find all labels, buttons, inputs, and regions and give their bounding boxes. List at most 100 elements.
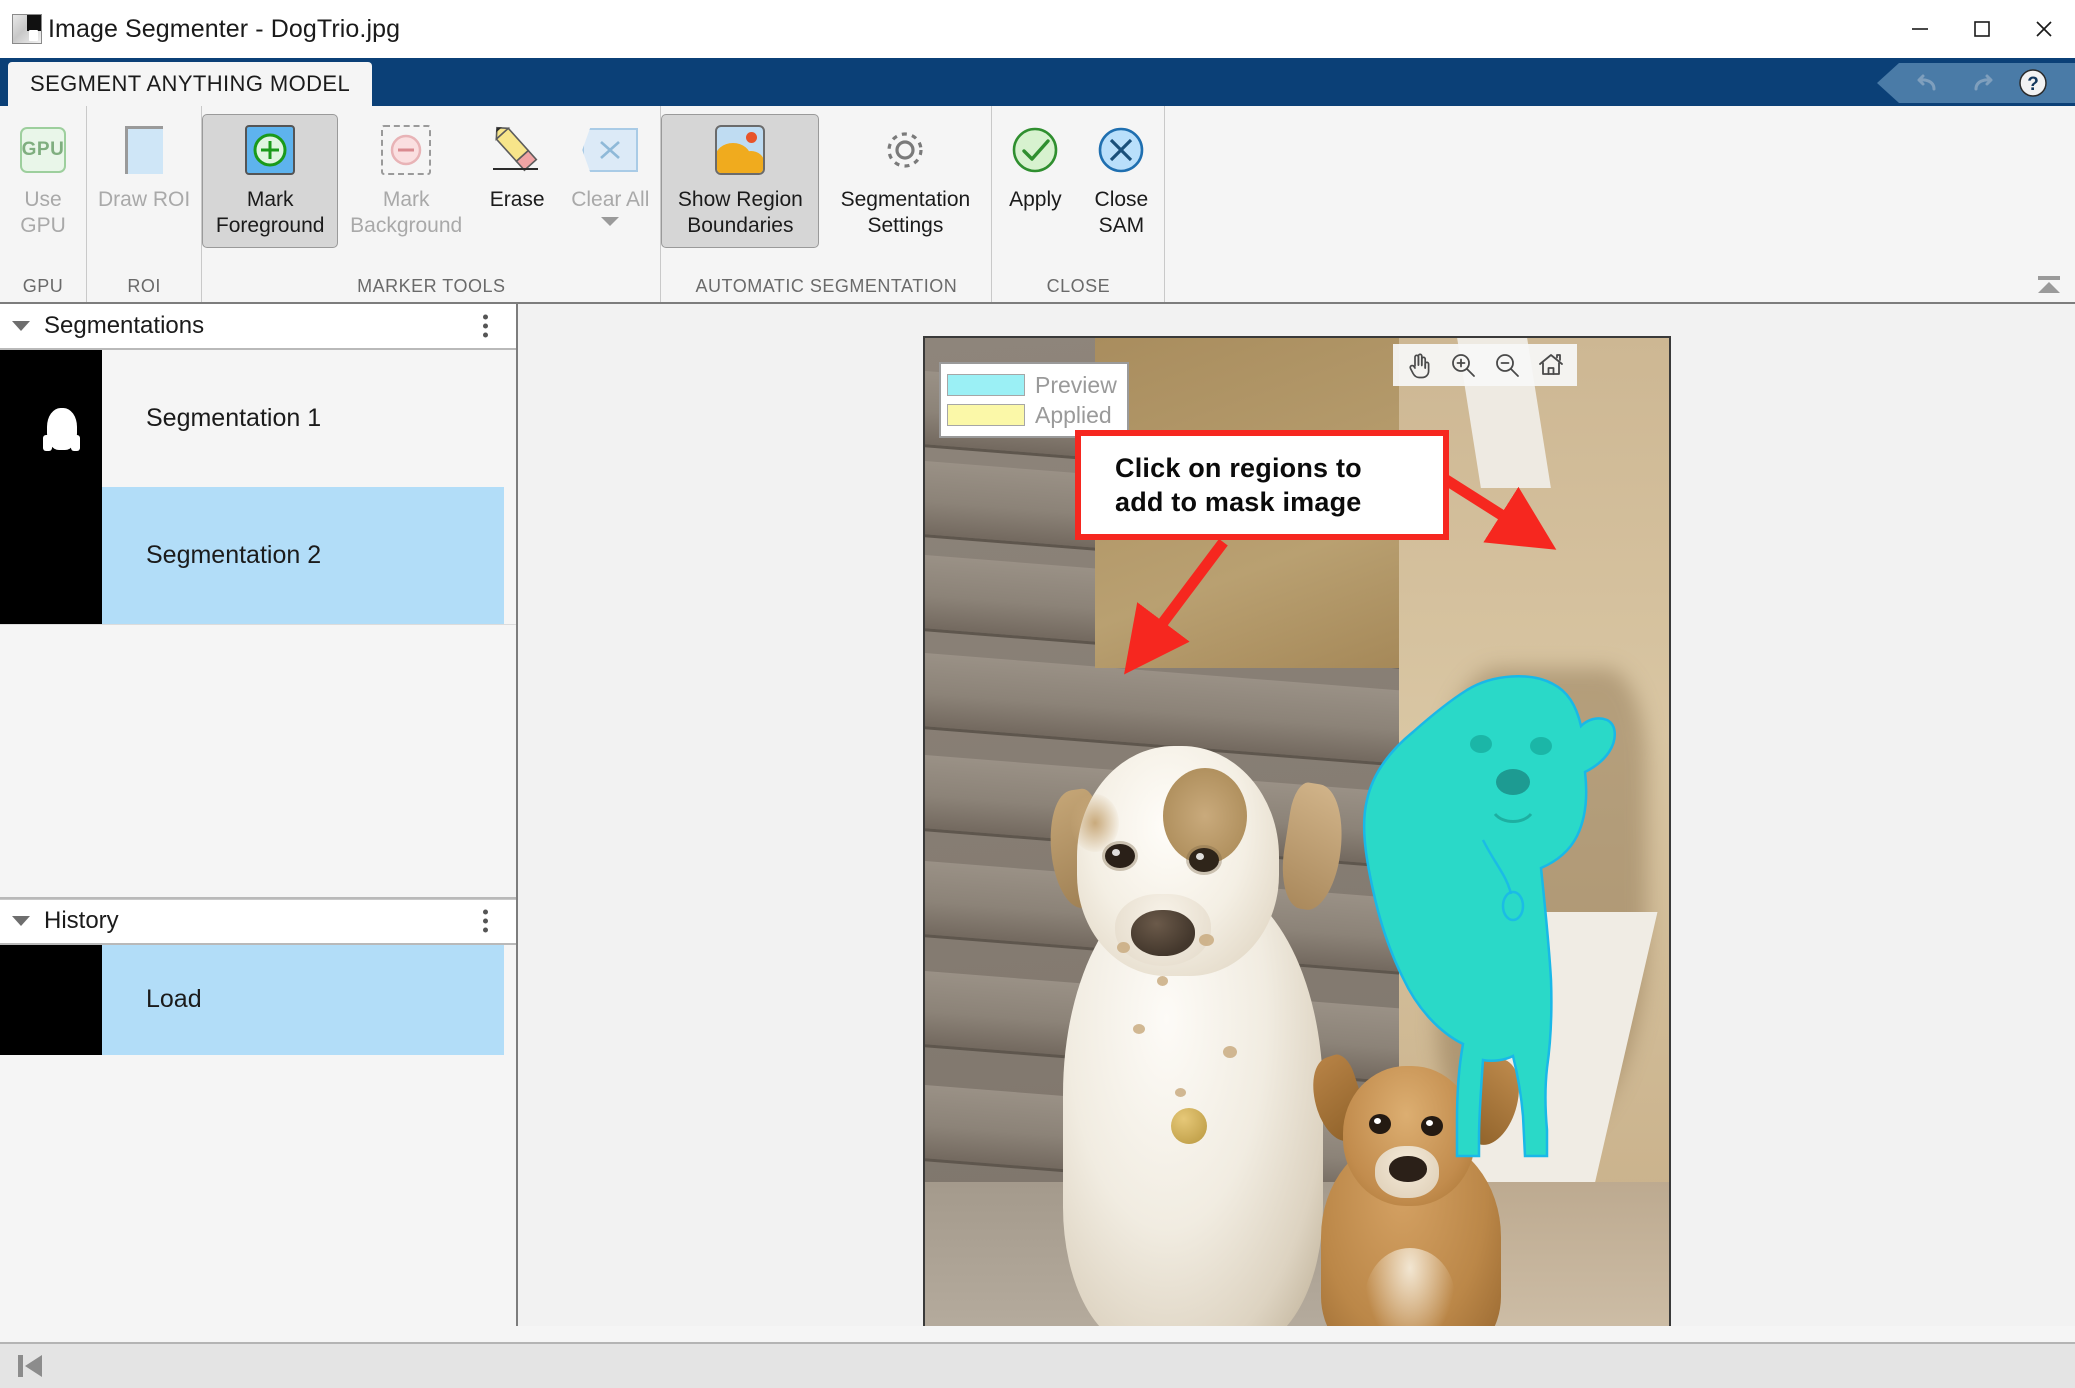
ribbon-group-close: Apply Close SAM CLOSE [992, 106, 1165, 302]
window-controls [1889, 0, 2075, 58]
image-canvas[interactable]: Preview Applied [518, 304, 2075, 1326]
svg-text:?: ? [2027, 74, 2039, 95]
legend-label-preview: Preview [1035, 372, 1117, 399]
history-panel: History Load [0, 897, 516, 1055]
segmentations-list: Segmentation 1 Segmentation 2 [0, 350, 516, 624]
image-viewport[interactable]: Preview Applied [923, 336, 1671, 1326]
redo-icon[interactable] [1955, 63, 2007, 103]
app-icon [12, 14, 42, 44]
history-panel-title: History [44, 907, 119, 935]
segmentations-kebab-menu-icon[interactable] [483, 315, 488, 338]
home-restore-view-icon[interactable] [1531, 347, 1571, 383]
image-view-toolbar [1393, 344, 1577, 386]
ribbon-toolbar: GPU Use GPU GPU Draw ROI ROI [0, 106, 2075, 304]
minimize-button[interactable] [1889, 0, 1951, 58]
tab-label: SEGMENT ANYTHING MODEL [30, 71, 350, 97]
segmentation-list-item-2[interactable]: Segmentation 2 [0, 487, 504, 624]
help-icon[interactable]: ? [2007, 63, 2059, 103]
chevron-down-icon[interactable] [12, 321, 30, 331]
gpu-icon: GPU [20, 121, 66, 179]
status-bar [0, 1342, 2075, 1388]
history-list-item-load[interactable]: Load [0, 945, 504, 1055]
history-empty-area [0, 1055, 516, 1327]
segmentation-thumbnail [0, 350, 102, 487]
chevron-down-icon[interactable] [12, 916, 30, 926]
x-circle-icon [1095, 121, 1147, 179]
segmentation-name: Segmentation 2 [146, 541, 321, 570]
segmentations-empty-area [0, 624, 516, 897]
ribbon-group-label-gpu: GPU [0, 270, 86, 302]
segmentation-mask-overlay-dog[interactable] [1355, 668, 1645, 1168]
ribbon-group-automatic-segmentation: Show Region Boundaries Segmentation Sett… [661, 106, 992, 302]
pan-hand-icon[interactable] [1399, 347, 1439, 383]
ribbon-group-label-roi: ROI [87, 270, 201, 302]
callout-line-1: Click on regions to [1115, 451, 1443, 485]
show-region-boundaries-label: Show Region Boundaries [678, 187, 803, 239]
legend-row-preview: Preview [947, 370, 1117, 400]
zoom-in-icon[interactable] [1443, 347, 1483, 383]
legend-swatch-applied [947, 404, 1025, 426]
mark-foreground-label: Mark Foreground [216, 187, 325, 239]
mask-legend: Preview Applied [939, 362, 1129, 438]
show-region-boundaries-button[interactable]: Show Region Boundaries [661, 114, 819, 248]
close-button[interactable] [2013, 0, 2075, 58]
legend-label-applied: Applied [1035, 402, 1112, 429]
tab-segment-anything-model[interactable]: SEGMENT ANYTHING MODEL [8, 62, 372, 106]
segmentations-panel-title: Segmentations [44, 312, 204, 340]
minus-circle-icon [381, 121, 431, 179]
title-bar: Image Segmenter - DogTrio.jpg [0, 0, 2075, 58]
use-gpu-label: Use GPU [20, 187, 66, 239]
plus-circle-icon [245, 121, 295, 179]
legend-row-applied: Applied [947, 400, 1117, 430]
clear-all-button: Clear All [560, 114, 660, 248]
draw-roi-button: Draw ROI [87, 114, 201, 248]
skip-back-icon[interactable] [14, 1351, 48, 1381]
window-title: Image Segmenter - DogTrio.jpg [48, 15, 400, 44]
history-item-name: Load [146, 985, 202, 1014]
ribbon-group-marker-tools: Mark Foreground Mark Background [202, 106, 661, 302]
callout-tooltip: Click on regions to add to mask image [1075, 430, 1449, 540]
mark-background-button: Mark Background [338, 114, 474, 248]
close-sam-button[interactable]: Close SAM [1078, 114, 1164, 248]
ribbon-group-label-automatic-segmentation: AUTOMATIC SEGMENTATION [661, 270, 991, 302]
legend-swatch-preview [947, 374, 1025, 396]
pencil-eraser-icon [490, 121, 544, 179]
erase-label: Erase [490, 187, 545, 213]
history-kebab-menu-icon[interactable] [483, 910, 488, 933]
apply-label: Apply [1009, 187, 1062, 213]
erase-button[interactable]: Erase [474, 114, 560, 248]
ribbon-group-roi: Draw ROI ROI [87, 106, 202, 302]
check-circle-icon [1009, 121, 1061, 179]
ribbon-group-gpu: GPU Use GPU GPU [0, 106, 87, 302]
segmentations-panel-header: Segmentations [0, 304, 516, 350]
history-thumbnail [0, 945, 102, 1055]
collapse-ribbon-icon[interactable] [2035, 272, 2063, 296]
gear-icon [879, 121, 931, 179]
status-gap [0, 1326, 2075, 1342]
segmentation-list-item-1[interactable]: Segmentation 1 [0, 350, 504, 487]
clear-all-label: Clear All [571, 187, 649, 213]
close-sam-label: Close SAM [1095, 187, 1149, 239]
segmentation-name: Segmentation 1 [146, 404, 321, 433]
maximize-button[interactable] [1951, 0, 2013, 58]
zoom-out-icon[interactable] [1487, 347, 1527, 383]
ribbon-group-label-marker-tools: MARKER TOOLS [202, 270, 660, 302]
picture-icon [715, 121, 765, 179]
callout-line-2: add to mask image [1115, 485, 1443, 519]
main-body: Segmentations Segmentation 1 Segmentatio… [0, 304, 2075, 1326]
history-panel-header: History [0, 899, 516, 945]
undo-icon[interactable] [1903, 63, 1955, 103]
mark-background-label: Mark Background [350, 187, 462, 239]
quick-access-toolbar: ? [1877, 63, 2075, 103]
segmentation-settings-button[interactable]: Segmentation Settings [819, 114, 991, 248]
segmentation-settings-label: Segmentation Settings [841, 187, 971, 239]
clear-all-icon [582, 121, 638, 179]
roi-rectangle-icon [125, 121, 163, 179]
use-gpu-button: GPU Use GPU [0, 114, 86, 248]
left-sidebar: Segmentations Segmentation 1 Segmentatio… [0, 304, 518, 1326]
mark-foreground-button[interactable]: Mark Foreground [202, 114, 338, 248]
segmentation-thumbnail [0, 487, 102, 624]
tab-strip: SEGMENT ANYTHING MODEL ? [0, 58, 2075, 106]
apply-button[interactable]: Apply [992, 114, 1078, 248]
draw-roi-label: Draw ROI [98, 187, 190, 213]
